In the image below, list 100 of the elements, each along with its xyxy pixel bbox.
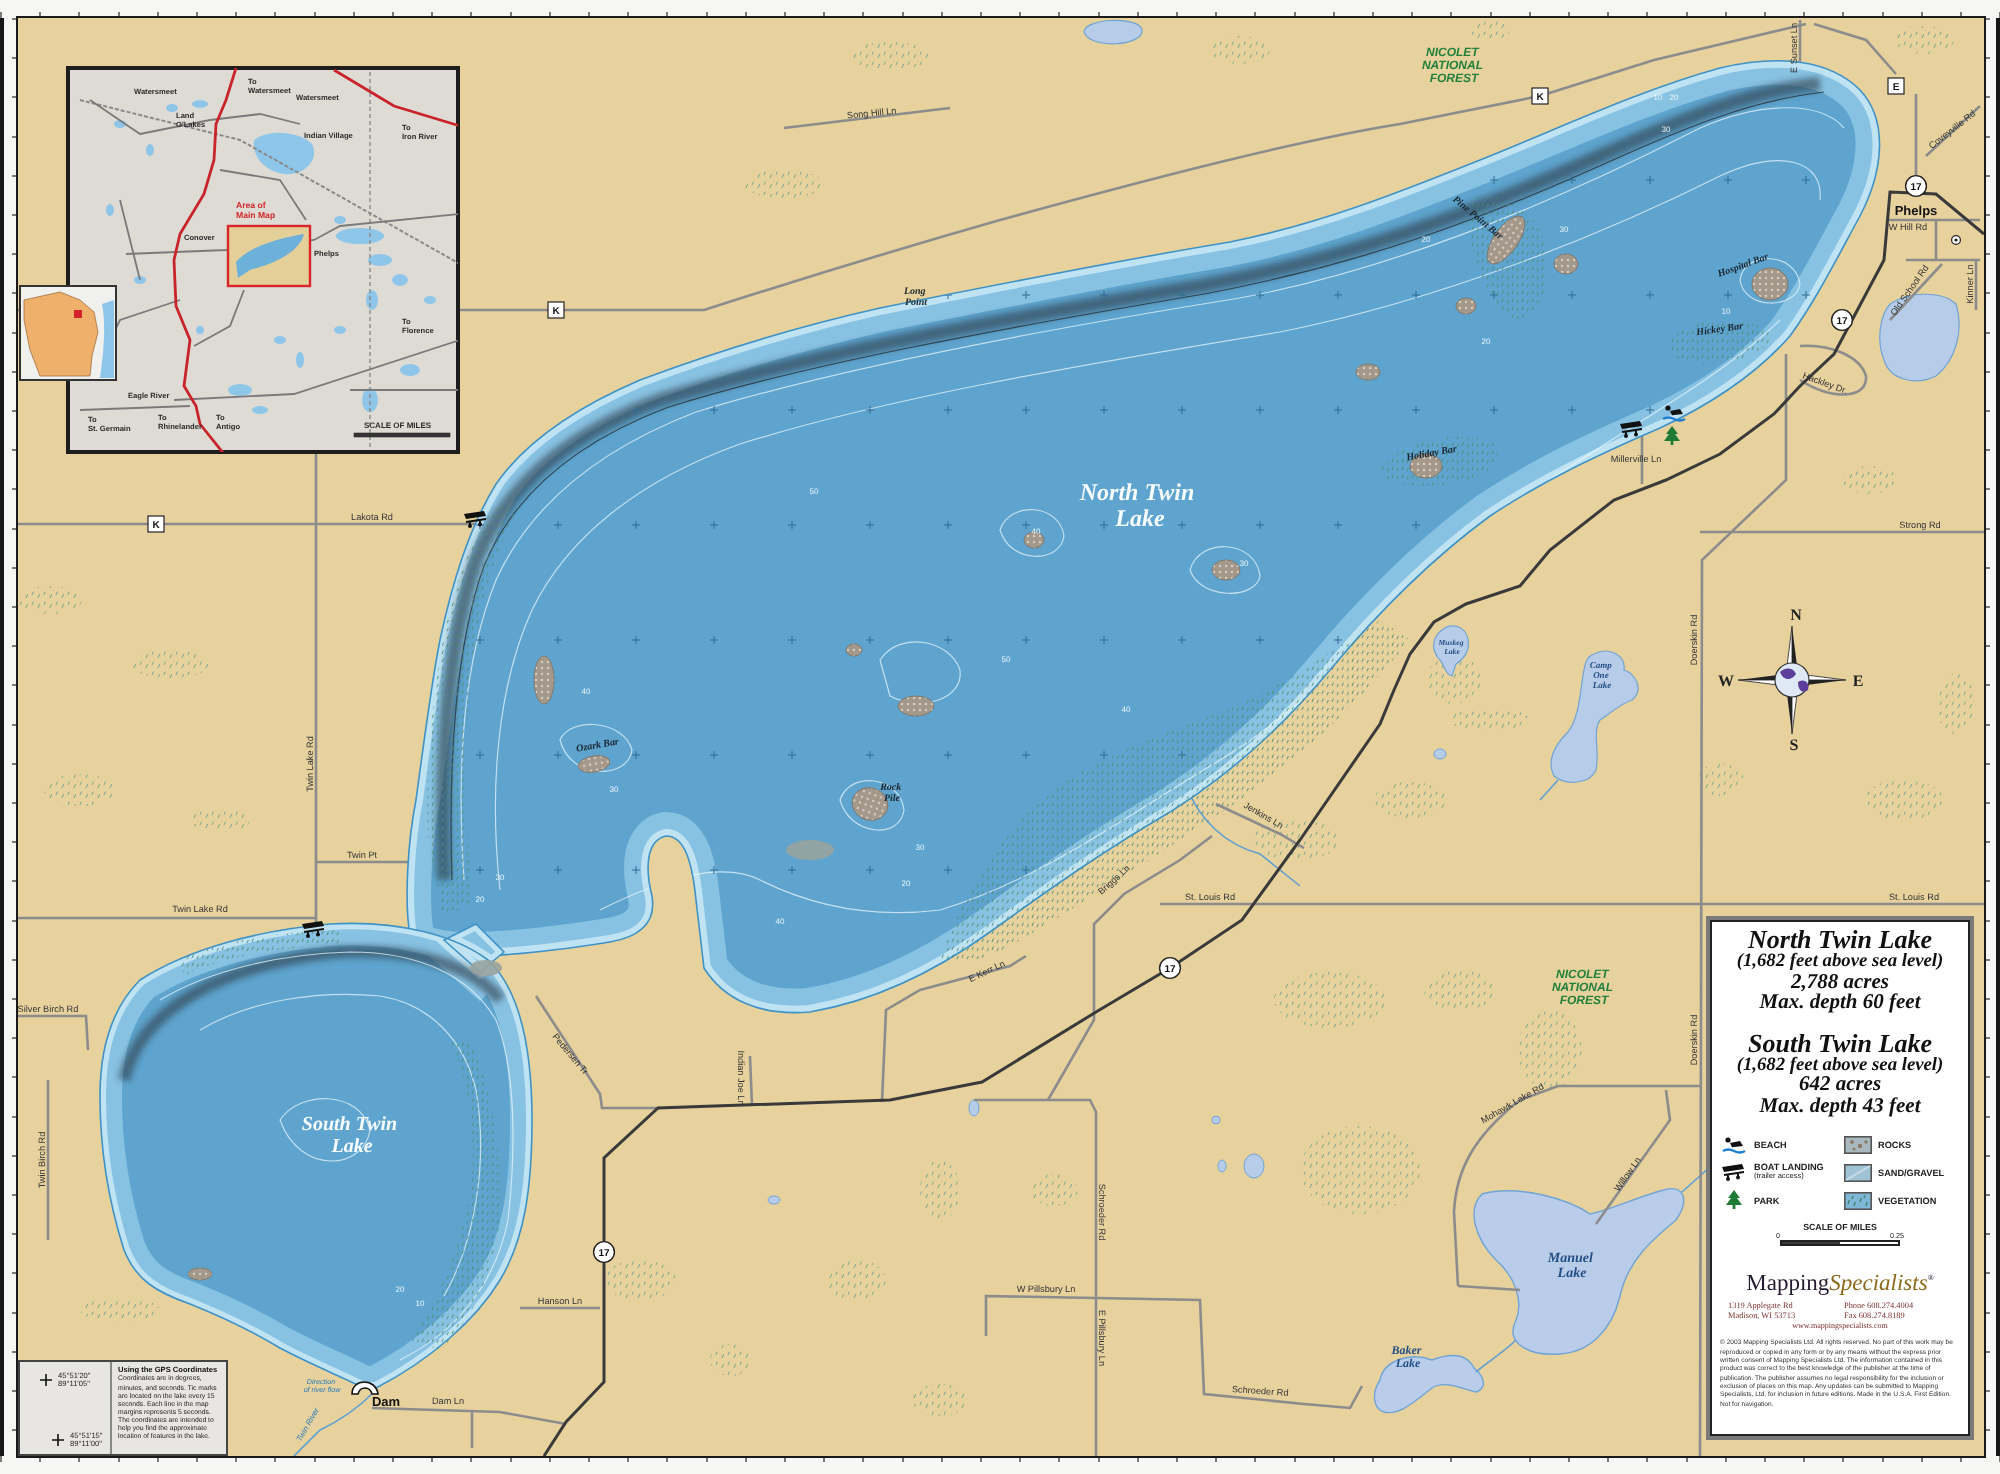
lake	[362, 388, 378, 412]
wetland-area	[18, 586, 82, 614]
lake	[252, 406, 268, 414]
wetland-area	[1274, 972, 1386, 1028]
road-line	[534, 995, 660, 1110]
road-line	[1813, 22, 1897, 75]
compass-rose-icon	[1737, 625, 1847, 735]
wetland-area	[1518, 1010, 1582, 1090]
wetland-area	[1450, 708, 1530, 732]
rock-shoal	[1455, 297, 1477, 315]
wetland-area	[1252, 820, 1340, 860]
compass-letter: S	[1789, 736, 1799, 754]
wetland-area	[710, 1344, 750, 1376]
lake	[106, 204, 114, 216]
pond	[1217, 1159, 1227, 1173]
lake	[146, 144, 154, 156]
location-marker-icon	[74, 310, 82, 318]
stream-line	[1539, 779, 1559, 801]
lake	[228, 384, 252, 396]
road-line	[1799, 344, 1868, 396]
wetland-area	[850, 42, 930, 70]
lake-name: North Twin Lake	[1748, 928, 1932, 952]
boat-trailer-icon	[1722, 1164, 1745, 1181]
swimmer-icon	[1722, 1136, 1746, 1153]
wetland-area	[80, 1298, 160, 1322]
wetland-area	[920, 1160, 960, 1220]
lake-area: 642 acres	[1798, 1076, 1882, 1097]
state-shape	[23, 291, 99, 377]
dam-icon	[351, 1381, 379, 1395]
wetland-area	[1936, 674, 1976, 734]
wetland-area	[1210, 36, 1270, 64]
scale-bar	[1780, 1240, 1900, 1246]
tree-icon	[1726, 1190, 1742, 1209]
wetland-area	[1424, 970, 1496, 1010]
lake-depth: Max. depth 43 feet	[1759, 1097, 1921, 1118]
wetland-area	[1894, 26, 1954, 54]
sand-bar	[786, 840, 834, 860]
boat-trailer-icon	[464, 511, 487, 528]
sand-bar	[470, 960, 502, 976]
lake	[336, 228, 384, 244]
lake	[100, 300, 114, 378]
point-marker-icon	[1951, 235, 1961, 245]
lake	[166, 104, 178, 112]
rock-shoal	[533, 655, 555, 705]
wetland-area	[744, 170, 824, 198]
tic-mark-icon	[40, 1374, 52, 1387]
wetland-area	[604, 1260, 676, 1300]
rock-shoal	[1409, 453, 1443, 479]
wetland-area	[1470, 20, 1510, 40]
lake-area: 2,788 acres	[1791, 973, 1889, 994]
lake	[368, 254, 392, 266]
lake-elevation: (1,682 feet above sea level)	[1736, 1055, 1944, 1076]
lake-label: South Twin Lake	[301, 1114, 398, 1158]
rock-shoal	[1023, 531, 1045, 549]
lake-name: South Twin Lake	[1748, 1031, 1932, 1055]
rock-shoal	[1355, 363, 1381, 381]
stream-line	[293, 1391, 375, 1456]
compass-letter: N	[1790, 606, 1802, 624]
pond	[1433, 748, 1447, 760]
wetland-area	[130, 650, 210, 678]
rock-shoal	[1553, 253, 1579, 275]
wetland-area	[44, 774, 116, 806]
pond	[1243, 1153, 1265, 1179]
lake-depth: Max. depth 60 feet	[1759, 994, 1921, 1015]
pond	[767, 1195, 781, 1205]
swimmer-icon	[1662, 405, 1686, 422]
scale-bar	[353, 432, 451, 438]
rock-shoal	[1751, 267, 1789, 301]
boat-trailer-icon	[302, 921, 325, 938]
road-line	[18, 1014, 90, 1051]
boat-trailer-icon	[1620, 421, 1643, 438]
stream-line	[1475, 1339, 1517, 1373]
wetland-area	[912, 1384, 968, 1416]
lake	[1083, 19, 1143, 45]
wetland-area	[1300, 1126, 1420, 1214]
vegetation-swatch-icon	[1844, 1191, 1872, 1209]
tree-icon	[1664, 426, 1680, 445]
wetland-area	[1696, 764, 1744, 796]
road-line	[748, 1055, 754, 1107]
lake	[114, 120, 126, 128]
lake	[334, 326, 346, 334]
tic-mark-icon	[52, 1433, 64, 1446]
lake-elevation: (1,682 feet above sea level)	[1736, 952, 1944, 973]
road-line	[520, 1306, 600, 1310]
wetland-area	[1842, 466, 1898, 494]
lake	[236, 234, 304, 278]
lake	[334, 216, 346, 224]
lake-label: North Twin Lake	[1079, 478, 1195, 532]
wetland-area	[1374, 782, 1446, 818]
compass-letter: E	[1852, 672, 1864, 690]
vegetation-area	[1669, 320, 1771, 364]
wetland-area	[1864, 780, 1944, 820]
rock-shoal	[845, 643, 863, 657]
rock-shoal	[187, 1267, 213, 1281]
wetland-area	[190, 808, 250, 832]
wetland-area	[826, 1260, 886, 1300]
road-line	[79, 405, 191, 411]
compass-letter: W	[1718, 672, 1734, 690]
rock-shoal	[1486, 215, 1526, 265]
lake	[134, 276, 146, 284]
